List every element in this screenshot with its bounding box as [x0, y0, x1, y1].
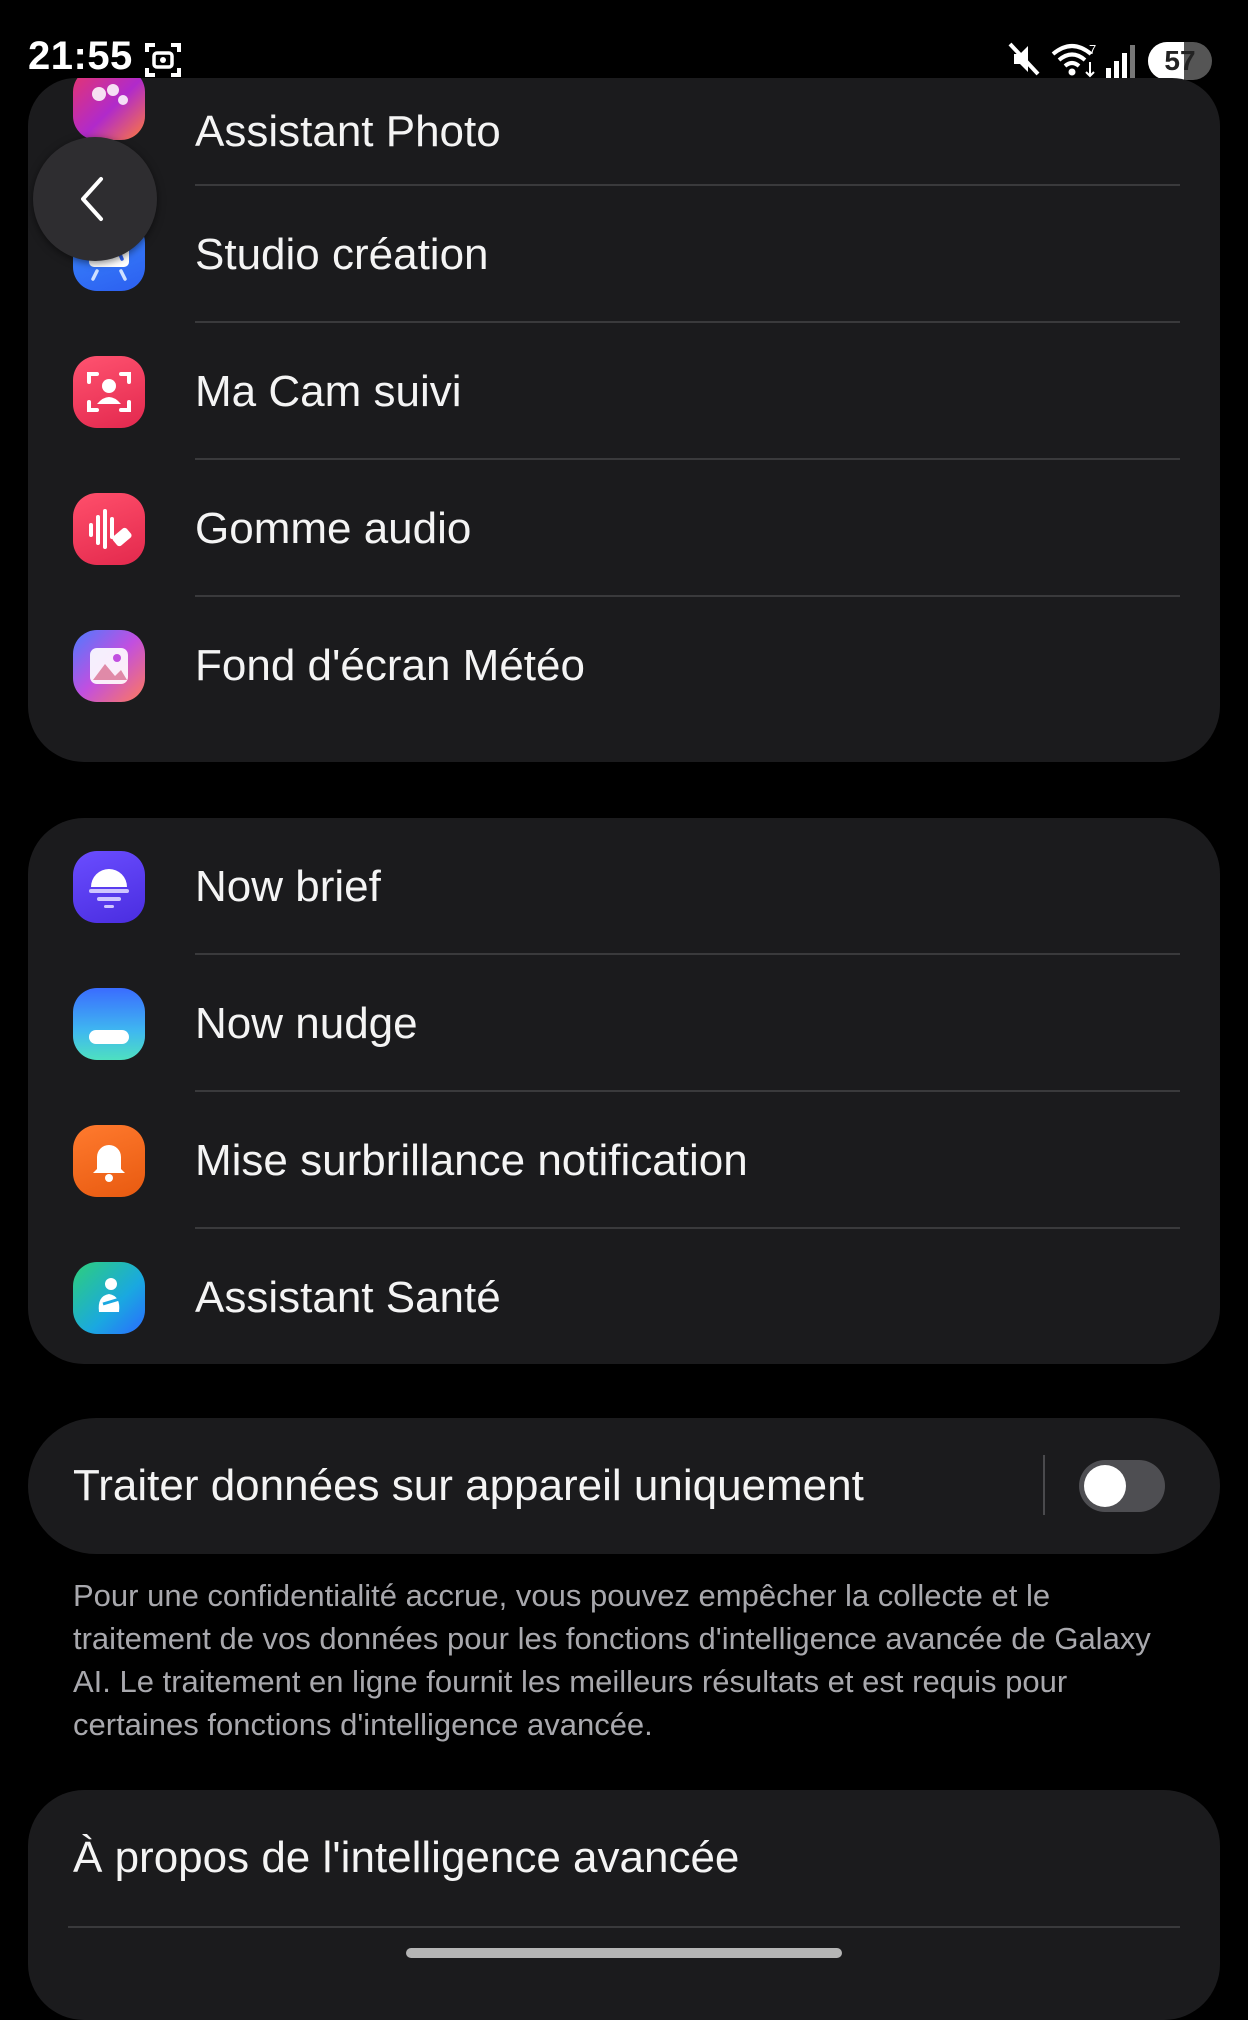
status-time: 21:55	[28, 34, 133, 78]
now-brief-icon	[73, 851, 145, 923]
list-item-weather-wallpaper[interactable]: Fond d'écran Météo	[28, 597, 1220, 734]
row-divider	[68, 1926, 1180, 1928]
row-label: Assistant Santé	[195, 1273, 501, 1322]
row-label: Assistant Photo	[195, 107, 501, 156]
toggle-knob	[1084, 1465, 1126, 1507]
row-label: Mise surbrillance notification	[195, 1136, 748, 1185]
list-item-auto-framing[interactable]: Ma Cam suivi	[28, 323, 1220, 460]
list-item-now-brief[interactable]: Now brief	[28, 818, 1220, 955]
list-item-photo-assist[interactable]: Assistant Photo	[28, 78, 1220, 186]
row-label: Now nudge	[195, 999, 418, 1048]
about-advanced-intelligence[interactable]: À propos de l'intelligence avancée	[28, 1790, 1220, 2020]
row-label: Fond d'écran Météo	[195, 641, 585, 690]
row-label: Ma Cam suivi	[195, 367, 462, 416]
now-nudge-icon	[73, 988, 145, 1060]
list-item-audio-eraser[interactable]: Gomme audio	[28, 460, 1220, 597]
advanced-features-group-2: Now brief Now nudge Mise surbrillance no…	[28, 818, 1220, 1364]
list-item-sketch-studio[interactable]: Studio création	[28, 186, 1220, 323]
notification-bell-icon	[73, 1125, 145, 1197]
about-label: À propos de l'intelligence avancée	[73, 1833, 740, 1882]
health-assistant-icon	[73, 1262, 145, 1334]
list-item-health-assistant[interactable]: Assistant Santé	[28, 1229, 1220, 1364]
wifi-icon: 7	[1050, 40, 1100, 80]
battery-indicator: 57	[1148, 42, 1212, 80]
advanced-features-group-1: Assistant Photo Studio création Ma Cam s…	[28, 78, 1220, 762]
toggle-separator	[1043, 1455, 1045, 1515]
list-item-now-nudge[interactable]: Now nudge	[28, 955, 1220, 1092]
row-label: Studio création	[195, 230, 489, 279]
process-on-device-toggle[interactable]	[1079, 1460, 1165, 1512]
row-label: Now brief	[195, 862, 381, 911]
weather-wallpaper-icon	[73, 630, 145, 702]
back-button[interactable]	[33, 137, 157, 261]
row-label: Gomme audio	[195, 504, 472, 553]
auto-framing-camera-icon	[73, 356, 145, 428]
process-on-device-setting[interactable]: Traiter données sur appareil uniquement	[28, 1418, 1220, 1554]
list-item-notification-highlight[interactable]: Mise surbrillance notification	[28, 1092, 1220, 1229]
home-indicator[interactable]	[406, 1948, 842, 1958]
chevron-left-icon	[81, 177, 103, 221]
process-on-device-label: Traiter données sur appareil uniquement	[73, 1461, 864, 1510]
svg-text:7: 7	[1089, 42, 1096, 57]
screenshot-icon	[144, 40, 182, 80]
audio-eraser-icon	[73, 493, 145, 565]
signal-icon	[1104, 42, 1138, 80]
mute-icon	[1006, 40, 1042, 78]
photo-assist-icon	[73, 78, 145, 140]
privacy-description: Pour une confidentialité accrue, vous po…	[73, 1578, 1151, 1742]
battery-level: 57	[1164, 45, 1196, 76]
